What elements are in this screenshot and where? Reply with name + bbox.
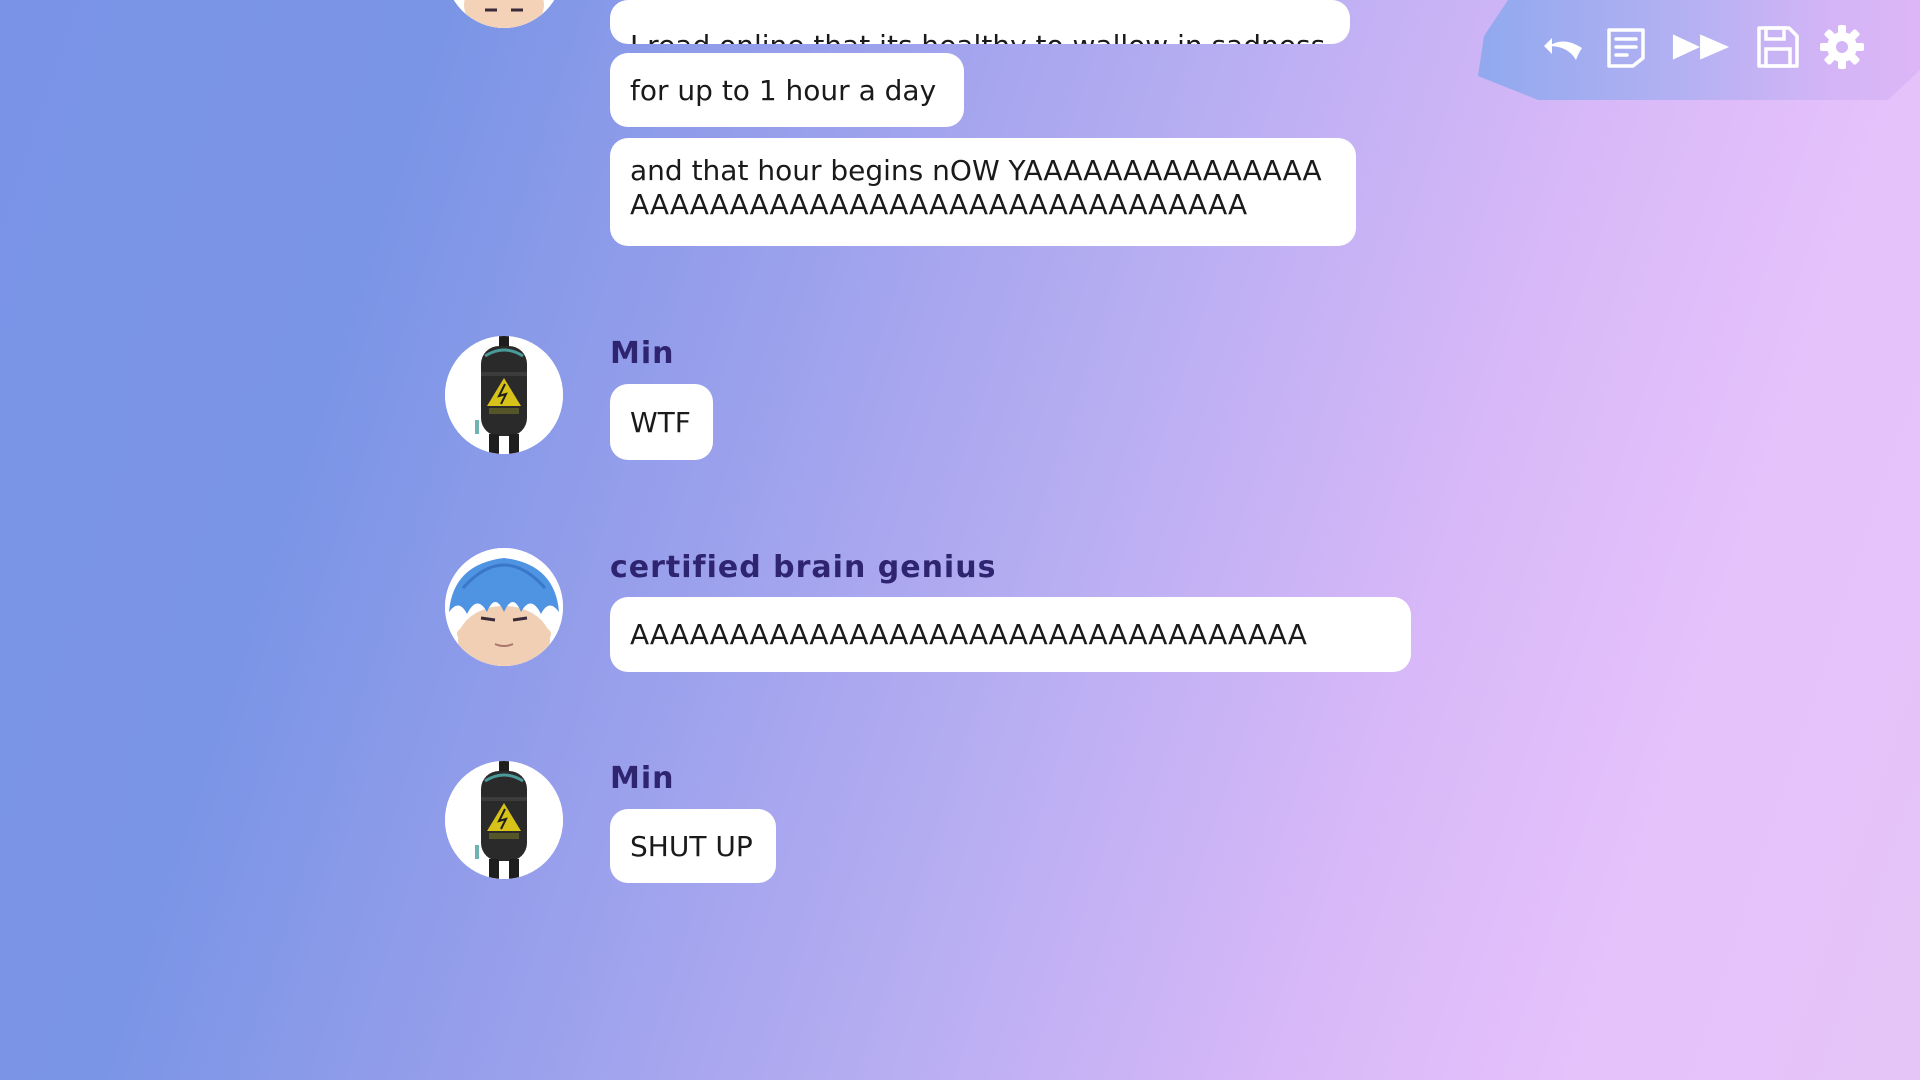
gear-icon — [1820, 25, 1864, 69]
back-button[interactable] — [1538, 22, 1588, 72]
sender-name: certified brain genius — [610, 550, 997, 585]
message-text: and that hour begins nOW YAAAAAAAAAAAAAA… — [630, 154, 1322, 221]
settings-button[interactable] — [1817, 22, 1867, 72]
quick-menu — [1478, 0, 1920, 100]
history-button[interactable] — [1601, 22, 1651, 72]
fast-forward-icon — [1672, 34, 1730, 60]
message-bubble: WTF — [610, 384, 713, 460]
sender-name: Min — [610, 336, 675, 371]
avatar-certified-brain-genius-cropped — [445, 0, 563, 28]
message-text: SHUT UP — [630, 829, 753, 863]
message-text: WTF — [630, 405, 691, 439]
sender-name: Min — [610, 761, 675, 796]
message-bubble: I read online that its healthy to wallow… — [610, 0, 1350, 44]
save-disk-icon — [1757, 26, 1799, 68]
message-bubble: AAAAAAAAAAAAAAAAAAAAAAAAAAAAAAAAAA — [610, 597, 1411, 672]
message-bubble: for up to 1 hour a day — [610, 53, 964, 127]
avatar-min — [445, 336, 563, 454]
message-text: AAAAAAAAAAAAAAAAAAAAAAAAAAAAAAAAAA — [630, 618, 1307, 651]
message-bubble: and that hour begins nOW YAAAAAAAAAAAAAA… — [610, 138, 1356, 246]
save-button[interactable] — [1753, 22, 1803, 72]
chat-log: I read online that its healthy to wallow… — [0, 0, 1920, 1080]
avatar-certified-brain-genius — [445, 548, 563, 666]
history-log-icon — [1607, 28, 1645, 68]
avatar-min — [445, 761, 563, 879]
message-text: for up to 1 hour a day — [630, 73, 937, 107]
message-bubble: SHUT UP — [610, 809, 776, 883]
message-text: I read online that its healthy to wallow… — [630, 29, 1325, 44]
undo-arrow-icon — [1544, 38, 1582, 60]
skip-button[interactable] — [1670, 22, 1734, 72]
